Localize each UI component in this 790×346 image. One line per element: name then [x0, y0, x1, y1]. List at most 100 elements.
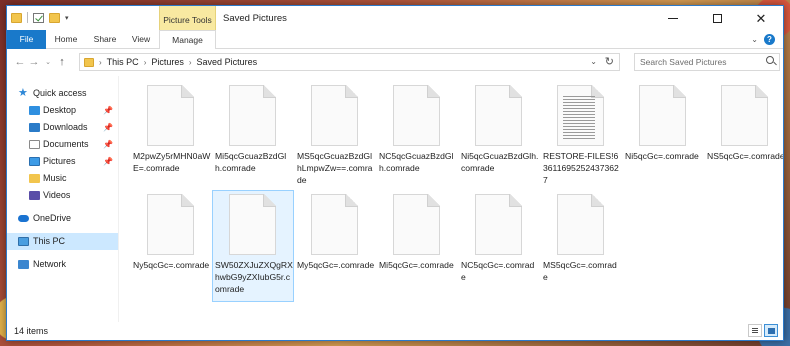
main-content: ★ Quick access Desktop 📌 Downloads 📌 Doc…: [7, 76, 783, 324]
breadcrumb-this-pc[interactable]: This PC: [107, 57, 139, 67]
sidebar-item-label: Quick access: [33, 88, 87, 98]
tab-view[interactable]: View: [125, 30, 157, 49]
file-name: SW50ZXJuZXQgRXhwbG9yZXIubG5r.comrade: [215, 260, 293, 294]
file-item[interactable]: Ny5qcGc=.comrade: [130, 190, 212, 302]
file-item[interactable]: NS5qcGc=.comrade: [704, 81, 784, 193]
file-name: M2pwZy5rMHN0aWE=.comrade: [133, 151, 211, 173]
file-item[interactable]: SW50ZXJuZXQgRXhwbG9yZXIubG5r.comrade: [212, 190, 294, 302]
page-fold-icon: [673, 85, 686, 98]
tab-share[interactable]: Share: [89, 30, 121, 49]
breadcrumb-separator-icon[interactable]: ›: [99, 58, 102, 67]
title-bar: ▾ Picture Tools Saved Pictures ✕: [7, 6, 783, 30]
pin-icon: 📌: [103, 157, 113, 166]
up-arrow-icon[interactable]: ↑: [55, 56, 69, 68]
file-item[interactable]: M2pwZy5rMHN0aWE=.comrade: [130, 81, 212, 193]
sidebar-item-network[interactable]: Network: [7, 256, 118, 273]
navigation-bar: ← → ⌄ ↑ › This PC › Pictures › Saved Pic…: [7, 49, 783, 75]
close-icon: ✕: [755, 10, 767, 26]
breadcrumb-saved-pictures[interactable]: Saved Pictures: [197, 57, 258, 67]
address-bar[interactable]: › This PC › Pictures › Saved Pictures ⌄ …: [79, 53, 620, 71]
sidebar-item-label: Music: [43, 173, 67, 183]
sidebar-item-label: Documents: [43, 139, 89, 149]
page-fold-icon: [263, 194, 276, 207]
forward-arrow-icon[interactable]: →: [27, 56, 41, 68]
breadcrumb-separator-icon[interactable]: ›: [144, 58, 147, 67]
large-icons-view-button[interactable]: [764, 324, 778, 337]
file-item[interactable]: Ni5qcGc=.comrade: [622, 81, 704, 193]
sidebar-item-videos[interactable]: Videos: [7, 187, 118, 204]
sidebar-item-desktop[interactable]: Desktop 📌: [7, 102, 118, 119]
maximize-button[interactable]: [695, 6, 739, 30]
file-item[interactable]: RESTORE-FILES!636116952524373627: [540, 81, 622, 193]
close-button[interactable]: ✕: [739, 6, 783, 30]
file-item[interactable]: MS5qcGc=.comrade: [540, 190, 622, 302]
sidebar-item-label: Pictures: [43, 156, 76, 166]
sidebar-item-music[interactable]: Music: [7, 170, 118, 187]
sidebar-item-documents[interactable]: Documents 📌: [7, 136, 118, 153]
file-name: Ny5qcGc=.comrade: [133, 260, 210, 270]
pin-icon: 📌: [103, 140, 113, 149]
help-icon[interactable]: ?: [764, 34, 775, 45]
file-item[interactable]: NC5qcGcuazBzdGlh.comrade: [376, 81, 458, 193]
expand-ribbon-chevron-icon[interactable]: ⌄: [751, 35, 758, 44]
tab-home[interactable]: Home: [50, 30, 82, 49]
breadcrumb-separator-icon[interactable]: ›: [189, 58, 192, 67]
file-item[interactable]: NC5qcGc=.comrade: [458, 190, 540, 302]
file-item[interactable]: Mi5qcGc=.comrade: [376, 190, 458, 302]
refresh-icon[interactable]: ↻: [605, 55, 614, 68]
file-name: RESTORE-FILES!636116952524373627: [543, 151, 619, 185]
downloads-icon: [29, 123, 40, 132]
pictures-icon: [29, 157, 40, 166]
file-name: Ni5qcGcuazBzdGlh.comrade: [461, 151, 539, 173]
back-arrow-icon[interactable]: ←: [13, 56, 27, 68]
breadcrumb-pictures[interactable]: Pictures: [151, 57, 184, 67]
tab-file[interactable]: File: [7, 30, 46, 49]
file-name: NS5qcGc=.comrade: [707, 151, 784, 161]
properties-icon[interactable]: [33, 12, 44, 23]
page-fold-icon: [263, 85, 276, 98]
address-dropdown-chevron-icon[interactable]: ⌄: [590, 57, 597, 66]
search-input[interactable]: Search Saved Pictures: [634, 53, 780, 71]
minimize-icon: [668, 17, 678, 19]
file-item[interactable]: MS5qcGcuazBzdGlhLmpwZw==.comrade: [294, 81, 376, 193]
customize-toolbar-chevron-icon[interactable]: ▾: [65, 14, 69, 22]
location-folder-icon: [84, 57, 94, 67]
sidebar-item-this-pc[interactable]: This PC: [7, 233, 118, 250]
sidebar-item-downloads[interactable]: Downloads 📌: [7, 119, 118, 136]
file-name: Ni5qcGc=.comrade: [625, 151, 699, 161]
file-item[interactable]: Ni5qcGcuazBzdGlh.comrade: [458, 81, 540, 193]
desktop-icon: [29, 106, 40, 115]
window-controls: ✕: [651, 6, 783, 30]
window-title: Saved Pictures: [223, 13, 287, 24]
details-view-button[interactable]: [748, 324, 762, 337]
sidebar-item-pictures[interactable]: Pictures 📌: [7, 153, 118, 170]
sidebar-item-label: Downloads: [43, 122, 88, 132]
sidebar-item-label: This PC: [33, 236, 66, 246]
computer-icon: [18, 237, 29, 246]
file-item[interactable]: Mi5qcGcuazBzdGlh.comrade: [212, 81, 294, 193]
sidebar-item-onedrive[interactable]: OneDrive: [7, 210, 118, 227]
file-item[interactable]: My5qcGc=.comrade: [294, 190, 376, 302]
page-fold-icon: [509, 85, 522, 98]
file-name: Mi5qcGc=.comrade: [379, 260, 454, 270]
minimize-button[interactable]: [651, 6, 695, 30]
file-name: MS5qcGc=.comrade: [543, 260, 617, 282]
pin-icon: 📌: [103, 123, 113, 132]
page-fold-icon: [427, 85, 440, 98]
sidebar-item-label: Network: [33, 259, 67, 269]
item-count: 14 items: [14, 326, 49, 336]
page-fold-icon: [181, 194, 194, 207]
sidebar-item-label: OneDrive: [33, 213, 72, 223]
page-fold-icon: [345, 194, 358, 207]
sidebar-item-label: Videos: [43, 190, 71, 200]
cloud-icon: [18, 215, 29, 222]
maximize-icon: [712, 13, 722, 23]
sidebar-item-quick-access[interactable]: ★ Quick access: [7, 85, 118, 102]
navigation-pane: ★ Quick access Desktop 📌 Downloads 📌 Doc…: [7, 76, 119, 324]
toolbar-divider: [27, 12, 28, 23]
file-explorer-window: ▾ Picture Tools Saved Pictures ✕ File Ho…: [6, 5, 784, 341]
tab-manage[interactable]: Manage: [159, 30, 216, 50]
new-folder-icon[interactable]: [49, 12, 60, 23]
videos-icon: [29, 191, 40, 200]
recent-locations-chevron-icon[interactable]: ⌄: [41, 58, 55, 66]
